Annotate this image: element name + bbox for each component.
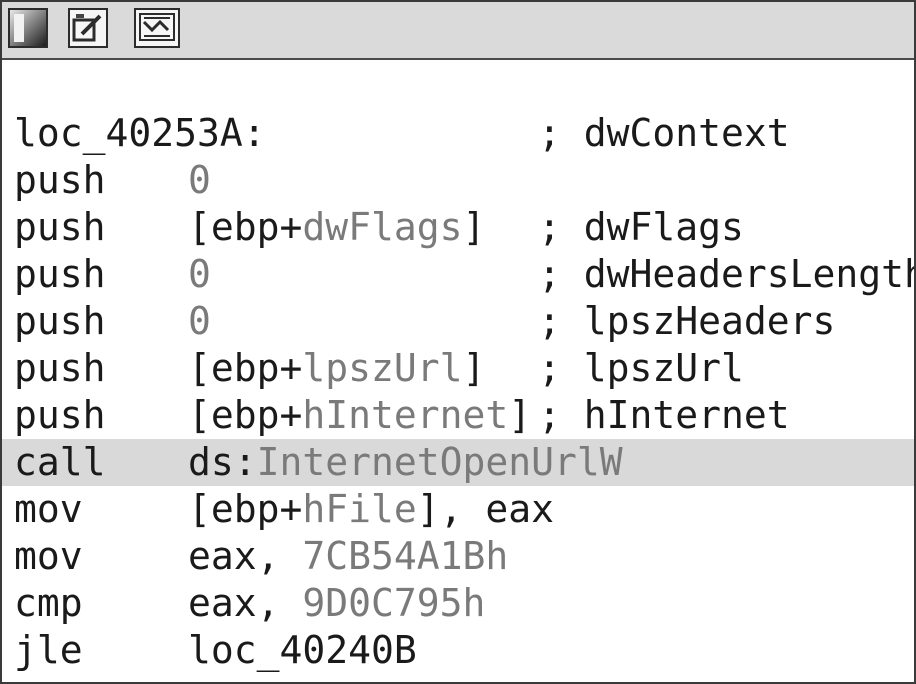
instruction-line[interactable]: mov eax, 7CB54A1Bh [2,533,914,580]
instruction-operand[interactable]: [ebp+hInternet] [188,392,531,439]
instruction-line[interactable]: push [ebp+hInternet] ; hInternet [2,392,914,439]
operand-text: ds: [188,440,257,484]
instruction-operand[interactable]: 0 [188,157,211,204]
instruction-line[interactable]: push [ebp+dwFlags] ; dwFlags [2,204,914,251]
instruction-comment: ; lpszUrl [538,346,744,390]
operand-constant: 7CB54A1Bh [302,534,509,578]
operand-text: ] [462,205,486,249]
operand-text: [ebp+ [188,393,303,437]
operand-constant: 9D0C795h [302,581,486,625]
toolbar [2,2,914,60]
operand-text: [ebp+ [188,205,303,249]
instruction-operand[interactable]: [ebp+lpszUrl] [188,345,485,392]
code-listing: loc_40253A: ; dwContext push 0 push [ebp… [2,110,914,674]
operand-constant: 0 [188,158,211,202]
instruction-line[interactable]: push 0 [2,157,914,204]
instruction-line[interactable]: push [ebp+lpszUrl] ; lpszUrl [2,345,914,392]
operand-text: eax, [188,581,303,625]
code-label[interactable]: loc_40253A: [14,110,266,157]
disassembly-window: loc_40253A: ; dwContext push 0 push [ebp… [0,0,916,684]
instruction-mnemonic: push [14,393,106,437]
instruction-mnemonic: push [14,299,106,343]
operand-symbol[interactable]: dwFlags [302,205,462,249]
instruction-operand[interactable]: eax, 7CB54A1Bh [188,533,508,580]
instruction-operand[interactable]: eax, 9D0C795h [188,580,485,627]
instruction-mnemonic: call [14,440,106,484]
label-line[interactable]: loc_40253A: ; dwContext [2,110,914,157]
operand-constant: 0 [188,252,211,296]
instruction-line[interactable]: mov [ebp+hFile], eax [2,486,914,533]
instruction-comment: ; dwFlags [538,205,744,249]
instruction-mnemonic: push [14,158,106,202]
instruction-operand[interactable]: 0 [188,251,211,298]
instruction-line[interactable]: cmp eax, 9D0C795h [2,580,914,627]
instruction-operand[interactable]: [ebp+hFile], eax [188,486,554,533]
instruction-mnemonic: mov [14,534,83,578]
instruction-comment: ; hInternet [538,393,790,437]
instruction-line[interactable]: push 0 ; lpszHeaders [2,298,914,345]
instruction-operand[interactable]: loc_40240B [188,627,417,674]
operand-text: [ebp+ [188,346,303,390]
operand-symbol[interactable]: lpszUrl [302,346,462,390]
operand-text: eax, [188,534,303,578]
operand-text: ] [508,393,532,437]
operand-constant: 0 [188,299,211,343]
operand-symbol[interactable]: hFile [302,487,416,531]
instruction-operand[interactable]: [ebp+dwFlags] [188,204,485,251]
instruction-operand[interactable]: ds:InternetOpenUrlW [188,439,623,486]
instruction-mnemonic: push [14,346,106,390]
operand-symbol[interactable]: InternetOpenUrlW [257,440,623,484]
navigate-icon[interactable] [134,8,180,48]
operand-text: ] [462,346,486,390]
operand-text: [ebp+ [188,487,303,531]
instruction-operand[interactable]: 0 [188,298,211,345]
instruction-comment: ; dwHeadersLength [538,252,916,296]
instruction-line[interactable]: call ds:InternetOpenUrlW [2,439,914,486]
code-comment: ; dwContext [538,111,790,155]
operand-text: ], eax [416,487,555,531]
instruction-mnemonic: push [14,252,106,296]
operand-symbol[interactable]: hInternet [302,393,508,437]
instruction-comment: ; lpszHeaders [538,299,836,343]
graph-view-icon[interactable] [8,8,48,48]
instruction-mnemonic: mov [14,487,83,531]
instruction-line[interactable]: jle loc_40240B [2,627,914,674]
operand-text: loc_40240B [188,628,417,672]
instruction-mnemonic: cmp [14,581,83,625]
edit-icon[interactable] [68,8,108,48]
instruction-line[interactable]: push 0 ; dwHeadersLength [2,251,914,298]
instruction-mnemonic: push [14,205,106,249]
instruction-mnemonic: jle [14,628,83,672]
